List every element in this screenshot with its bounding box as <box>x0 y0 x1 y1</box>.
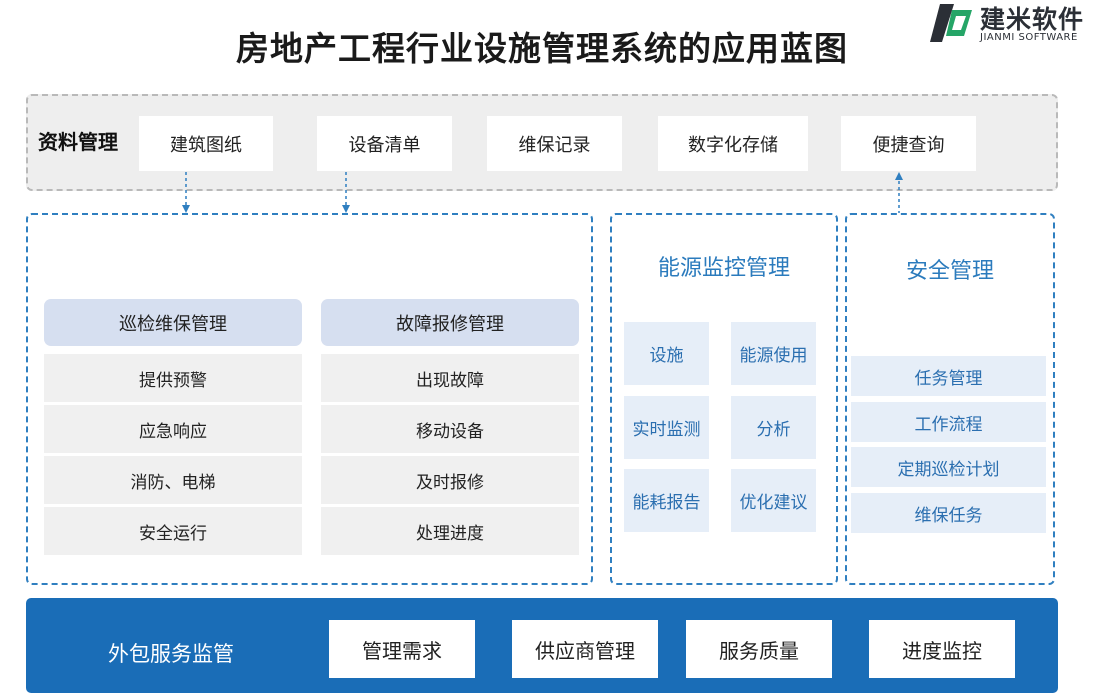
logo-text-cn: 建米软件 <box>980 5 1085 34</box>
repair-item: 及时报修 <box>321 456 579 504</box>
energy-cell: 实时监测 <box>624 396 709 459</box>
outsourcing-item-card: 进度监控 <box>869 620 1015 678</box>
outsourcing-item-card: 服务质量 <box>686 620 832 678</box>
energy-cell: 能耗报告 <box>624 469 709 532</box>
data-item-card: 设备清单 <box>317 116 452 171</box>
safety-title: 安全管理 <box>905 259 994 284</box>
outsourcing-label: 外包服务监管 <box>108 642 234 666</box>
data-item-card: 维保记录 <box>487 116 622 171</box>
data-item-card: 便捷查询 <box>841 116 976 171</box>
outsourcing-item-card: 管理需求 <box>329 620 475 678</box>
outsourcing-item-card: 供应商管理 <box>512 620 658 678</box>
data-management-label: 资料管理 <box>38 130 118 154</box>
safety-item: 定期巡检计划 <box>851 447 1046 487</box>
logo-text-en: JIANMI SOFTWARE <box>980 32 1078 43</box>
inspection-item: 安全运行 <box>44 507 302 555</box>
jianmi-logo-icon <box>930 4 972 42</box>
safety-item: 任务管理 <box>851 356 1046 396</box>
energy-cell: 优化建议 <box>731 469 816 532</box>
inspection-item: 提供预警 <box>44 354 302 402</box>
energy-cell: 设施 <box>624 322 709 385</box>
inspection-item: 应急响应 <box>44 405 302 453</box>
safety-item: 维保任务 <box>851 493 1046 533</box>
brand-logo: 建米软件 JIANMI SOFTWARE <box>922 0 1100 46</box>
repair-header: 故障报修管理 <box>321 299 579 346</box>
repair-item: 处理进度 <box>321 507 579 555</box>
inspection-header: 巡检维保管理 <box>44 299 302 346</box>
safety-item: 工作流程 <box>851 402 1046 442</box>
repair-item: 移动设备 <box>321 405 579 453</box>
inspection-item: 消防、电梯 <box>44 456 302 504</box>
energy-title: 能源监控管理 <box>657 256 790 281</box>
energy-cell: 分析 <box>731 396 816 459</box>
repair-item: 出现故障 <box>321 354 579 402</box>
data-item-card: 数字化存储 <box>658 116 808 171</box>
data-item-card: 建筑图纸 <box>139 116 273 171</box>
energy-cell: 能源使用 <box>731 322 816 385</box>
